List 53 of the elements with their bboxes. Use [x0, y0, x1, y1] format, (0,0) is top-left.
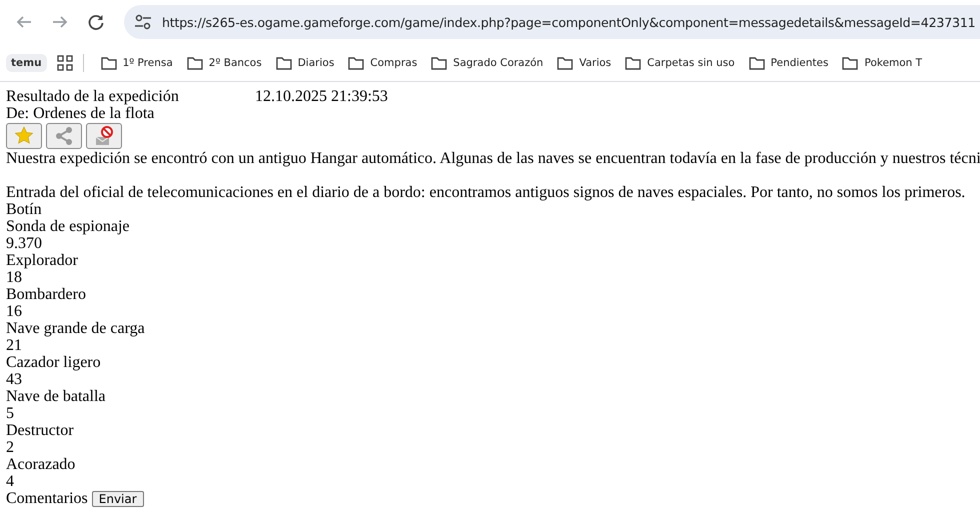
- ship-name: Nave grande de carga: [6, 320, 146, 337]
- address-bar[interactable]: https://s265-es.ogame.gameforge.com/game/index.php?page=componentOnly&component=messagedetails&messageId=4237311: [124, 5, 980, 39]
- folder-icon: [557, 56, 574, 70]
- ship-name: Acorazado: [6, 456, 76, 473]
- ship-count: 43: [6, 371, 23, 388]
- bookmark-folder[interactable]: Diarios: [270, 52, 340, 74]
- bookmark-folder[interactable]: 2º Bancos: [182, 52, 267, 74]
- comments-label: Comentarios: [6, 490, 88, 507]
- message-title: Resultado de la expedición: [6, 88, 180, 105]
- ship-name: Bombardero: [6, 286, 87, 303]
- message-sender: De: Ordenes de la flota: [6, 105, 156, 122]
- ship-count: 2: [6, 439, 15, 456]
- bookmark-folder[interactable]: Pokemon T: [837, 52, 928, 74]
- bookmark-folder[interactable]: Carpetas sin uso: [620, 52, 740, 74]
- apps-grid-icon[interactable]: [56, 54, 73, 70]
- share-icon: [54, 126, 74, 146]
- star-icon: [14, 126, 34, 146]
- folder-icon: [431, 56, 448, 70]
- ship-count: 16: [6, 303, 23, 320]
- reload-icon: [87, 13, 105, 31]
- folder-icon: [276, 56, 292, 70]
- ship-name: Nave de batalla: [6, 388, 106, 405]
- send-button[interactable]: Enviar: [92, 490, 144, 506]
- bookmark-folder[interactable]: Pendientes: [744, 52, 834, 74]
- ship-count: 21: [6, 337, 23, 354]
- bookmark-app[interactable]: temu: [6, 54, 47, 72]
- site-settings-icon[interactable]: [134, 13, 152, 31]
- folder-icon: [348, 56, 364, 70]
- log-entry: Entrada del oficial de telecomunicaciones en el diario de a bordo: encontramos antiguos signos de naves espaciales. Por tanto, no somos los primeros.: [6, 184, 966, 201]
- message-date: 12.10.2025 21:39:53: [255, 88, 388, 105]
- url-text: https://s265-es.ogame.gameforge.com/game/index.php?page=componentOnly&component=messagedetails&messageId=4237311: [162, 14, 976, 30]
- folder-icon: [100, 56, 117, 70]
- bookmark-folder[interactable]: 1º Prensa: [96, 52, 178, 74]
- bookmark-folder[interactable]: Varios: [552, 52, 616, 74]
- blocked-envelope-icon: [94, 126, 114, 146]
- folder-icon: [186, 56, 203, 70]
- share-button[interactable]: [46, 123, 82, 149]
- ship-name: Cazador ligero: [6, 354, 102, 371]
- ship-count: 5: [6, 405, 15, 422]
- bookmark-folder[interactable]: Sagrado Corazón: [426, 52, 548, 74]
- ship-count: 9.370: [6, 235, 43, 252]
- favorite-button[interactable]: [6, 123, 42, 149]
- bookmark-folder[interactable]: Compras: [343, 52, 422, 74]
- folder-icon: [748, 56, 765, 70]
- ship-name: Explorador: [6, 252, 79, 269]
- folder-icon: [625, 56, 642, 70]
- folder-icon: [842, 56, 858, 70]
- ship-name: Destructor: [6, 422, 75, 439]
- ship-name: Sonda de espionaje: [6, 218, 131, 235]
- report-button[interactable]: [86, 123, 122, 149]
- ship-count: 4: [6, 473, 15, 490]
- ship-count: 18: [6, 269, 23, 286]
- loot-heading: Botín: [6, 201, 43, 218]
